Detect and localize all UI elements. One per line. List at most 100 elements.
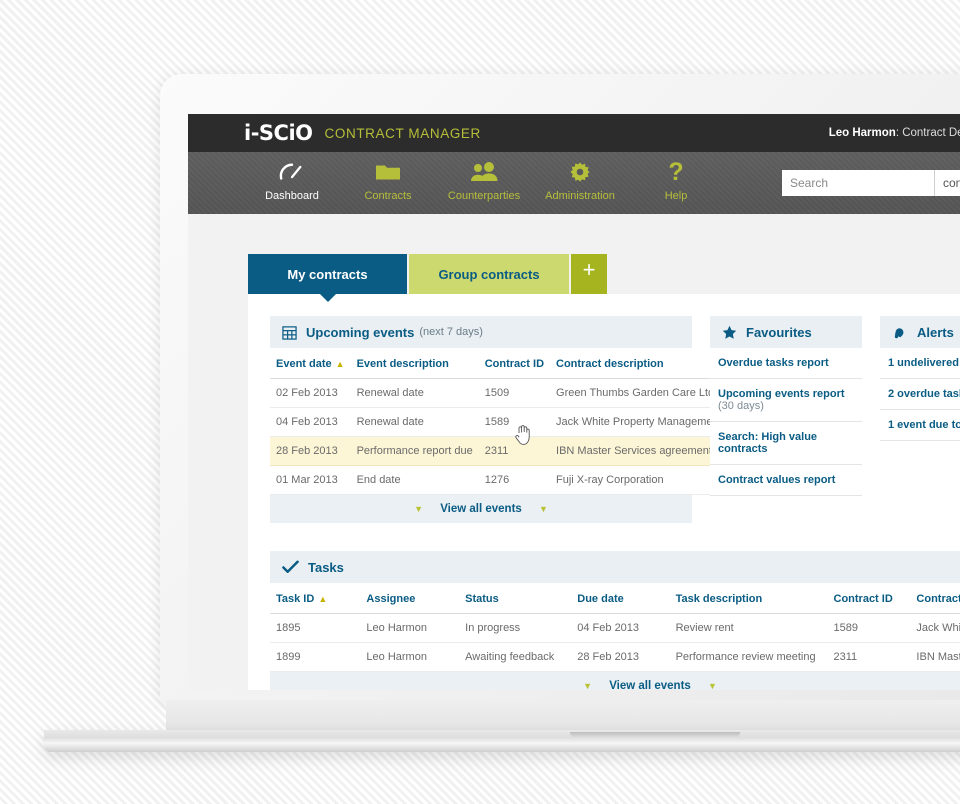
search-scope-select[interactable]: contracts [934, 170, 960, 196]
laptop-base [44, 730, 960, 752]
app-title: CONTRACT MANAGER [324, 125, 481, 141]
calendar-icon [282, 325, 297, 340]
nav-item-contracts[interactable]: Contracts [340, 152, 436, 202]
chevron-down-icon-right[interactable]: ▼ [708, 681, 717, 690]
cell-assignee: Leo Harmon [360, 613, 460, 643]
tasks-panel: Tasks Task ID ▲ Assignee Status Due date … [270, 551, 960, 690]
tab-my-contracts[interactable]: My contracts [248, 254, 407, 302]
nav-label-contracts: Contracts [364, 190, 412, 202]
col-assignee[interactable]: Assignee [360, 583, 460, 614]
alert-link[interactable]: 1 event due today [888, 419, 960, 431]
col-event-date-label: Event date [276, 358, 332, 370]
main-navbar: Dashboard Contracts Counterparties Admin… [188, 152, 960, 214]
table-row-highlighted[interactable]: 28 Feb 2013 Performance report due 2311 … [270, 436, 728, 466]
col-task-contract-description[interactable]: Contract description [910, 583, 960, 614]
cell-contract-description: Fuji X-ray Corporation [550, 465, 728, 495]
users-icon [436, 159, 532, 185]
favourites-header: Favourites [710, 316, 862, 348]
alert-link[interactable]: 2 overdue tasks [888, 388, 960, 400]
nav-label-administration: Administration [545, 190, 615, 202]
col-contract-id[interactable]: Contract ID [478, 348, 551, 379]
brand-logo[interactable]: i-SCiO [244, 121, 313, 145]
col-event-description[interactable]: Event description [350, 348, 479, 379]
cell-task-id: 1895 [270, 613, 361, 643]
table-row[interactable]: 1899 Leo Harmon Awaiting feedback 28 Feb… [270, 642, 960, 672]
tasks-table: Task ID ▲ Assignee Status Due date Task d… [270, 583, 960, 672]
favourite-link[interactable]: Overdue tasks report [718, 357, 829, 369]
search-input[interactable] [782, 170, 934, 196]
favourites-title: Favourites [746, 324, 812, 340]
upcoming-events-subtitle: (next 7 days) [419, 326, 483, 338]
cell-task-description: Review rent [669, 613, 828, 643]
user-organisation: : Contract Demo Ltd [895, 127, 960, 139]
cell-assignee: Leo Harmon [360, 642, 460, 672]
chevron-down-icon-left[interactable]: ▼ [414, 504, 423, 514]
col-due-date[interactable]: Due date [571, 583, 670, 614]
nav-item-counterparties[interactable]: Counterparties [436, 152, 532, 202]
cell-status: Awaiting feedback [459, 642, 572, 672]
topbar-user-area: Leo Harmon : Contract Demo Ltd account [829, 126, 960, 141]
list-item[interactable]: 2 overdue tasks [880, 379, 960, 410]
laptop-trackpad-notch [570, 732, 740, 739]
nav-label-help: Help [664, 190, 688, 202]
nav-item-administration[interactable]: Administration [532, 152, 628, 202]
col-task-id-label: Task ID [276, 593, 315, 605]
view-all-events-link[interactable]: View all events [440, 503, 522, 515]
favourite-link[interactable]: Upcoming events report [718, 388, 845, 400]
table-row[interactable]: 04 Feb 2013 Renewal date 1589 Jack White… [270, 407, 728, 437]
list-item[interactable]: Search: High value contracts [710, 422, 862, 465]
mouse-cursor-pointer [514, 424, 532, 446]
laptop-base-top [166, 700, 960, 732]
page-body: Settings My contracts Group contracts + [188, 214, 960, 690]
favourites-list: Overdue tasks report Upcoming events rep… [710, 348, 862, 496]
col-task-id[interactable]: Task ID ▲ [270, 583, 361, 614]
search-area: contracts [782, 170, 960, 196]
scene: i-SCiO CONTRACT MANAGER Leo Harmon : Con… [0, 0, 960, 804]
settings-row: Settings [188, 214, 960, 254]
cell-task-description: Performance review meeting [669, 642, 828, 672]
favourite-link[interactable]: Contract values report [718, 474, 835, 486]
table-row[interactable]: 02 Feb 2013 Renewal date 1509 Green Thum… [270, 378, 728, 408]
alert-link[interactable]: 1 undelivered email [888, 357, 960, 369]
user-name: Leo Harmon [828, 127, 896, 139]
cell-due-date: 04 Feb 2013 [571, 613, 670, 643]
folder-icon [340, 159, 436, 185]
col-status[interactable]: Status [459, 583, 572, 614]
cell-contract-id: 1276 [478, 465, 551, 495]
list-item[interactable]: Upcoming events report (30 days) [710, 379, 862, 422]
favourite-suffix: (30 days) [718, 400, 764, 412]
cell-event-date: 01 Mar 2013 [270, 465, 351, 495]
cell-contract-description: Jack White Property Management [550, 407, 728, 437]
plus-icon: + [582, 257, 596, 282]
table-row[interactable]: 01 Mar 2013 End date 1276 Fuji X-ray Cor… [270, 465, 728, 495]
tab-group-contracts[interactable]: Group contracts [409, 254, 569, 294]
cell-contract-description: IBN Master Services agreement [550, 436, 728, 466]
cell-status: In progress [459, 613, 572, 643]
col-task-description[interactable]: Task description [669, 583, 828, 614]
view-all-tasks-link[interactable]: View all events [609, 680, 691, 690]
cell-task-contract-description: IBN Master Services [910, 642, 960, 672]
tab-group-contracts-label: Group contracts [438, 267, 540, 282]
alerts-list: 1 undelivered email 2 overdue tasks 1 ev… [880, 348, 960, 441]
nav-item-dashboard[interactable]: Dashboard [244, 152, 340, 202]
alerts-panel: Alerts 1 undelivered email 2 overdue tas… [880, 316, 960, 523]
list-item[interactable]: 1 event due today [880, 410, 960, 441]
list-item[interactable]: Overdue tasks report [710, 348, 862, 379]
add-tab-button[interactable]: + [571, 254, 607, 294]
favourite-link[interactable]: Search: High value contracts [718, 431, 817, 455]
nav-label-counterparties: Counterparties [447, 190, 521, 202]
cell-event-date: 04 Feb 2013 [270, 407, 351, 437]
chevron-down-icon-left[interactable]: ▼ [583, 681, 592, 690]
tasks-header-row: Task ID ▲ Assignee Status Due date Task d… [270, 583, 960, 614]
favourites-panel: Favourites Overdue tasks report Upcoming… [710, 316, 862, 523]
col-contract-description[interactable]: Contract description [550, 348, 728, 379]
nav-item-help[interactable]: ? Help [628, 152, 724, 202]
list-item[interactable]: Contract values report [710, 465, 862, 496]
table-row[interactable]: 1895 Leo Harmon In progress 04 Feb 2013 … [270, 613, 960, 643]
chevron-down-icon-right[interactable]: ▼ [539, 504, 548, 514]
col-task-contract-id[interactable]: Contract ID [827, 583, 911, 614]
cell-event-description: Renewal date [350, 378, 479, 408]
col-event-date[interactable]: Event date ▲ [270, 348, 351, 379]
list-item[interactable]: 1 undelivered email [880, 348, 960, 379]
check-icon [282, 560, 299, 574]
